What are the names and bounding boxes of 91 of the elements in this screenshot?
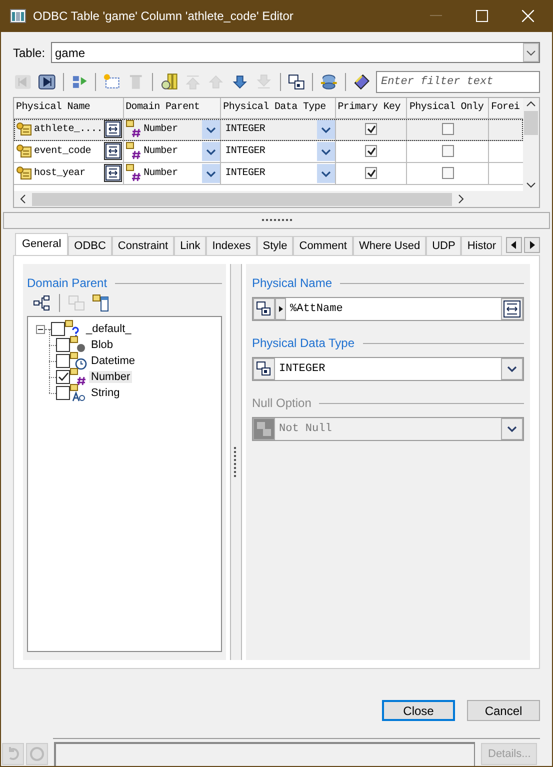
physical-only-checkbox[interactable]: [442, 145, 454, 158]
scrollbar-thumb[interactable]: [32, 192, 452, 206]
tab[interactable]: Where Used: [352, 236, 426, 256]
expand-editor-icon[interactable]: [501, 298, 523, 320]
expand-editor-icon[interactable]: [104, 142, 122, 160]
dialog-button[interactable]: Cancel: [467, 700, 540, 722]
column-header[interactable]: Physical Data Type: [221, 98, 336, 118]
tree-item[interactable]: Number: [89, 371, 132, 384]
tree-item[interactable]: Blob: [89, 339, 116, 352]
hierarchy-icon[interactable]: [33, 294, 51, 312]
section-title: Null Option: [252, 396, 312, 410]
column-name: host_year: [34, 168, 86, 179]
filter-field[interactable]: Enter filter text: [376, 70, 540, 93]
column-name: event_code: [34, 146, 92, 157]
section-title: Domain Parent: [27, 276, 108, 290]
column-header[interactable]: Forei: [489, 98, 523, 118]
number-domain-icon: [126, 164, 142, 182]
scroll-left-icon[interactable]: [506, 237, 522, 254]
column-header[interactable]: Physical Name: [14, 98, 124, 118]
close-icon[interactable]: [522, 10, 534, 22]
section-title: Physical Name: [252, 276, 332, 290]
tab[interactable]: UDP: [426, 236, 462, 256]
tab[interactable]: Comment: [293, 236, 353, 256]
column-header[interactable]: Domain Parent: [124, 98, 222, 118]
tree-checkbox[interactable]: [56, 338, 70, 352]
tab[interactable]: ODBC: [68, 236, 112, 256]
play-icon[interactable]: [275, 298, 286, 320]
tree-checkbox[interactable]: [56, 354, 70, 368]
new-tool-icon[interactable]: [103, 72, 122, 91]
grid-row[interactable]: host_year Number INTEGER: [14, 162, 523, 185]
primary-key-checkbox[interactable]: [365, 167, 378, 180]
splitter-handle[interactable]: [3, 212, 550, 230]
maximize-icon[interactable]: [476, 10, 488, 22]
physical-only-checkbox[interactable]: [442, 123, 454, 136]
data-type-value: INTEGER: [225, 124, 266, 135]
scrollbar-thumb[interactable]: [524, 110, 538, 135]
tree-checkbox[interactable]: [51, 322, 65, 336]
key-icon: [16, 121, 32, 138]
key-icon: [16, 143, 32, 160]
scroll-right-icon[interactable]: [458, 194, 464, 204]
datetime-domain-icon: [70, 352, 88, 370]
number-domain-icon: [126, 142, 142, 160]
dialog-button[interactable]: Close: [382, 700, 455, 722]
data-type-value: INTEGER: [225, 146, 266, 157]
scroll-up-icon[interactable]: [526, 100, 536, 107]
blob-domain-icon: [70, 336, 88, 354]
domain-new-icon[interactable]: [92, 294, 110, 312]
collapse-icon[interactable]: [36, 324, 45, 334]
data-type-dropdown[interactable]: INTEGER: [252, 357, 524, 382]
physical-name-field[interactable]: %AttName: [252, 297, 524, 322]
expand-editor-icon[interactable]: [104, 120, 122, 138]
number-domain-icon: [126, 120, 142, 138]
column-header[interactable]: Physical Only: [407, 98, 490, 118]
key-icon: [16, 165, 32, 182]
tab[interactable]: Indexes: [206, 236, 257, 256]
physical-only-checkbox[interactable]: [442, 167, 454, 180]
window-title: ODBC Table 'game' Column 'athlete_code' Editor: [33, 9, 294, 23]
tree-checkbox[interactable]: [56, 370, 70, 384]
domain-value: Number: [144, 168, 179, 179]
scroll-right-icon[interactable]: [524, 237, 540, 254]
tab[interactable]: General: [15, 233, 68, 256]
last-tool-icon[interactable]: [38, 72, 56, 91]
number-domain-icon: [70, 368, 88, 386]
tab[interactable]: Constraint: [112, 236, 174, 256]
grid-row[interactable]: event_code Number INTEGER: [14, 140, 523, 163]
table-label: Table:: [13, 46, 46, 60]
tab[interactable]: Histor: [461, 236, 502, 256]
expand-editor-icon[interactable]: [104, 164, 122, 182]
scroll-down-icon[interactable]: [526, 182, 536, 188]
tab[interactable]: Style: [256, 236, 294, 256]
tab[interactable]: Link: [174, 236, 206, 256]
column-header[interactable]: Primary Key: [336, 98, 408, 118]
down-tool-icon[interactable]: [231, 72, 249, 91]
string-domain-icon: [70, 384, 88, 402]
primary-key-checkbox[interactable]: [365, 123, 378, 136]
tree-item[interactable]: _default_: [84, 323, 134, 336]
scroll-left-icon[interactable]: [20, 194, 26, 204]
domain-value: Number: [144, 124, 179, 135]
tree-item[interactable]: String: [89, 387, 122, 400]
tree-item[interactable]: Datetime: [89, 355, 138, 368]
tree-checkbox[interactable]: [56, 386, 70, 400]
domain-value: Number: [144, 146, 179, 157]
window-icon: [10, 9, 26, 23]
data-type-value: INTEGER: [225, 168, 266, 179]
table-dropdown[interactable]: game: [51, 42, 540, 63]
section-title: Physical Data Type: [252, 336, 354, 350]
chevron-down-icon[interactable]: [501, 358, 523, 380]
primary-key-checkbox[interactable]: [365, 145, 378, 158]
grid-row[interactable]: athlete_.... Number INTEGER: [14, 118, 523, 141]
column-name: athlete_....: [34, 124, 104, 135]
database-tool-icon[interactable]: [320, 72, 338, 91]
